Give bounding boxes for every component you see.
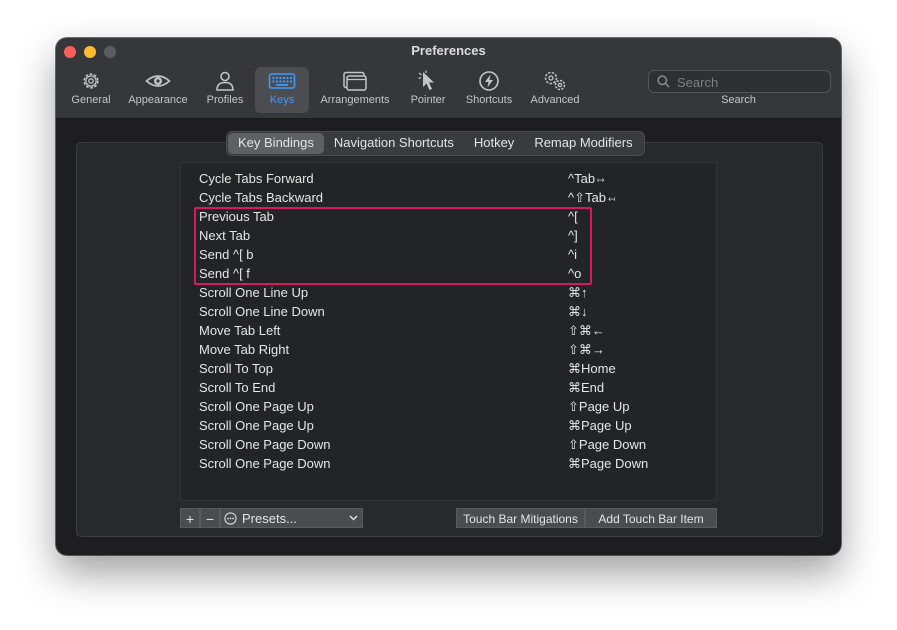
binding-action: Scroll One Page Down [199,437,331,452]
binding-key: ⌘↑ [568,285,588,300]
toolbar-label: Keys [269,94,295,106]
table-row[interactable]: Cycle Tabs Backward ^⇧Tab ↤ [181,188,716,207]
binding-key: ⌘↓ [568,304,588,319]
binding-key: ⇧Page Down [568,437,647,452]
toolbar-label: General [71,94,111,106]
bolt-icon [479,71,499,91]
keys-tab-bar: Key Bindings Navigation Shortcuts Hotkey… [226,131,645,156]
table-row[interactable]: Scroll To Top ⌘Home [181,359,716,378]
touch-bar-mitigations-button[interactable]: Touch Bar Mitigations [456,508,585,528]
binding-key: ^] [568,228,578,243]
tab-hotkey[interactable]: Hotkey [464,133,524,154]
binding-key: ^Tab ↦ [568,171,605,186]
binding-action: Scroll To End [199,380,276,395]
person-icon [216,71,234,91]
binding-key: ^i [568,247,577,262]
table-row[interactable]: Scroll To End ⌘End [181,378,716,397]
table-row[interactable]: Send ^[ b ^i [181,245,716,264]
preferences-window: Preferences General Appearance Profiles … [56,38,841,555]
binding-action: Move Tab Right [199,342,290,357]
add-binding-button[interactable]: + [180,508,200,528]
table-row[interactable]: Cycle Tabs Forward ^Tab ↦ [181,169,716,188]
binding-key: ⌘Page Down [568,456,649,471]
ellipsis-circle-icon [224,512,237,525]
binding-action: Scroll One Page Up [199,399,314,414]
binding-action: Previous Tab [199,209,274,224]
toolbar-label: Arrangements [320,94,390,106]
toolbar-shortcuts[interactable]: Shortcuts [460,67,518,113]
toolbar-keys[interactable]: Keys [255,67,309,113]
table-row[interactable]: Scroll One Page Down ⇧Page Down [181,435,716,454]
gears-icon [544,71,566,91]
toolbar-profiles[interactable]: Profiles [202,67,248,113]
keyboard-icon [268,73,296,89]
table-row[interactable]: Scroll One Page Up ⌘Page Up [181,416,716,435]
binding-action: Send ^[ f [199,266,250,281]
tab-remap-modifiers[interactable]: Remap Modifiers [524,133,642,154]
search-icon [657,75,670,88]
toolbar-label: Pointer [410,94,446,106]
binding-action: Send ^[ b [199,247,254,262]
toolbar: Preferences General Appearance Profiles … [56,38,841,119]
table-row[interactable]: Scroll One Line Up ⌘↑ [181,283,716,302]
binding-key: ⌘End [568,380,605,395]
binding-key: ⌘Home [568,361,616,376]
binding-action: Next Tab [199,228,251,243]
remove-binding-button[interactable]: − [200,508,220,528]
toolbar-label: Appearance [128,94,188,106]
cursor-icon [418,70,434,90]
tab-key-bindings[interactable]: Key Bindings [228,133,324,154]
window-title: Preferences [411,43,486,58]
presets-label: Presets... [242,511,297,526]
add-touch-bar-item-button[interactable]: Add Touch Bar Item [585,508,717,528]
chevron-down-icon [349,515,358,521]
table-row[interactable]: Previous Tab ^[ [181,207,716,226]
binding-action: Move Tab Left [199,323,281,338]
binding-key: ⌘Page Up [568,418,632,433]
binding-action: Scroll One Line Down [199,304,325,319]
binding-action: Scroll One Page Up [199,418,314,433]
table-row[interactable]: Move Tab Right ⇧⌘→ [181,340,716,359]
binding-key: ⇧⌘← [568,323,605,338]
windows-icon [343,71,367,91]
table-row[interactable]: Scroll One Page Down ⌘Page Down [181,454,716,473]
table-row[interactable]: Move Tab Left ⇧⌘← [181,321,716,340]
binding-key: ^⇧Tab ↤ [568,190,616,205]
binding-key: ⇧Page Up [568,399,630,414]
toolbar-label: Shortcuts [465,94,513,106]
tab-navigation-shortcuts[interactable]: Navigation Shortcuts [324,133,464,154]
binding-key: ^o [568,266,582,281]
binding-action: Cycle Tabs Backward [199,190,324,205]
table-row[interactable]: Scroll One Page Up ⇧Page Up [181,397,716,416]
binding-key: ⇧⌘→ [568,342,605,357]
toolbar-pointer[interactable]: Pointer [403,67,453,113]
toolbar-appearance[interactable]: Appearance [125,67,191,113]
table-row[interactable]: Scroll One Line Down ⌘↓ [181,302,716,321]
search-field[interactable] [648,70,831,93]
binding-action: Cycle Tabs Forward [199,171,314,186]
toolbar-general[interactable]: General [68,67,114,113]
binding-action: Scroll To Top [199,361,273,376]
toolbar-advanced[interactable]: Advanced [525,67,585,113]
binding-action: Scroll One Page Down [199,456,331,471]
eye-icon [145,75,171,87]
table-row[interactable]: Send ^[ f ^o [181,264,716,283]
binding-action: Scroll One Line Up [199,285,309,300]
key-bindings-table[interactable]: Cycle Tabs Forward ^Tab ↦ Cycle Tabs Back… [180,162,717,501]
toolbar-label: Profiles [206,94,244,106]
toolbar-label: Advanced [530,94,580,106]
binding-key: ^[ [568,209,578,224]
search-label: Search [721,94,756,106]
presets-dropdown[interactable]: Presets... [220,508,363,528]
toolbar-arrangements[interactable]: Arrangements [315,67,395,113]
table-row[interactable]: Next Tab ^] [181,226,716,245]
search-input[interactable] [675,73,827,91]
gear-icon [83,73,99,89]
